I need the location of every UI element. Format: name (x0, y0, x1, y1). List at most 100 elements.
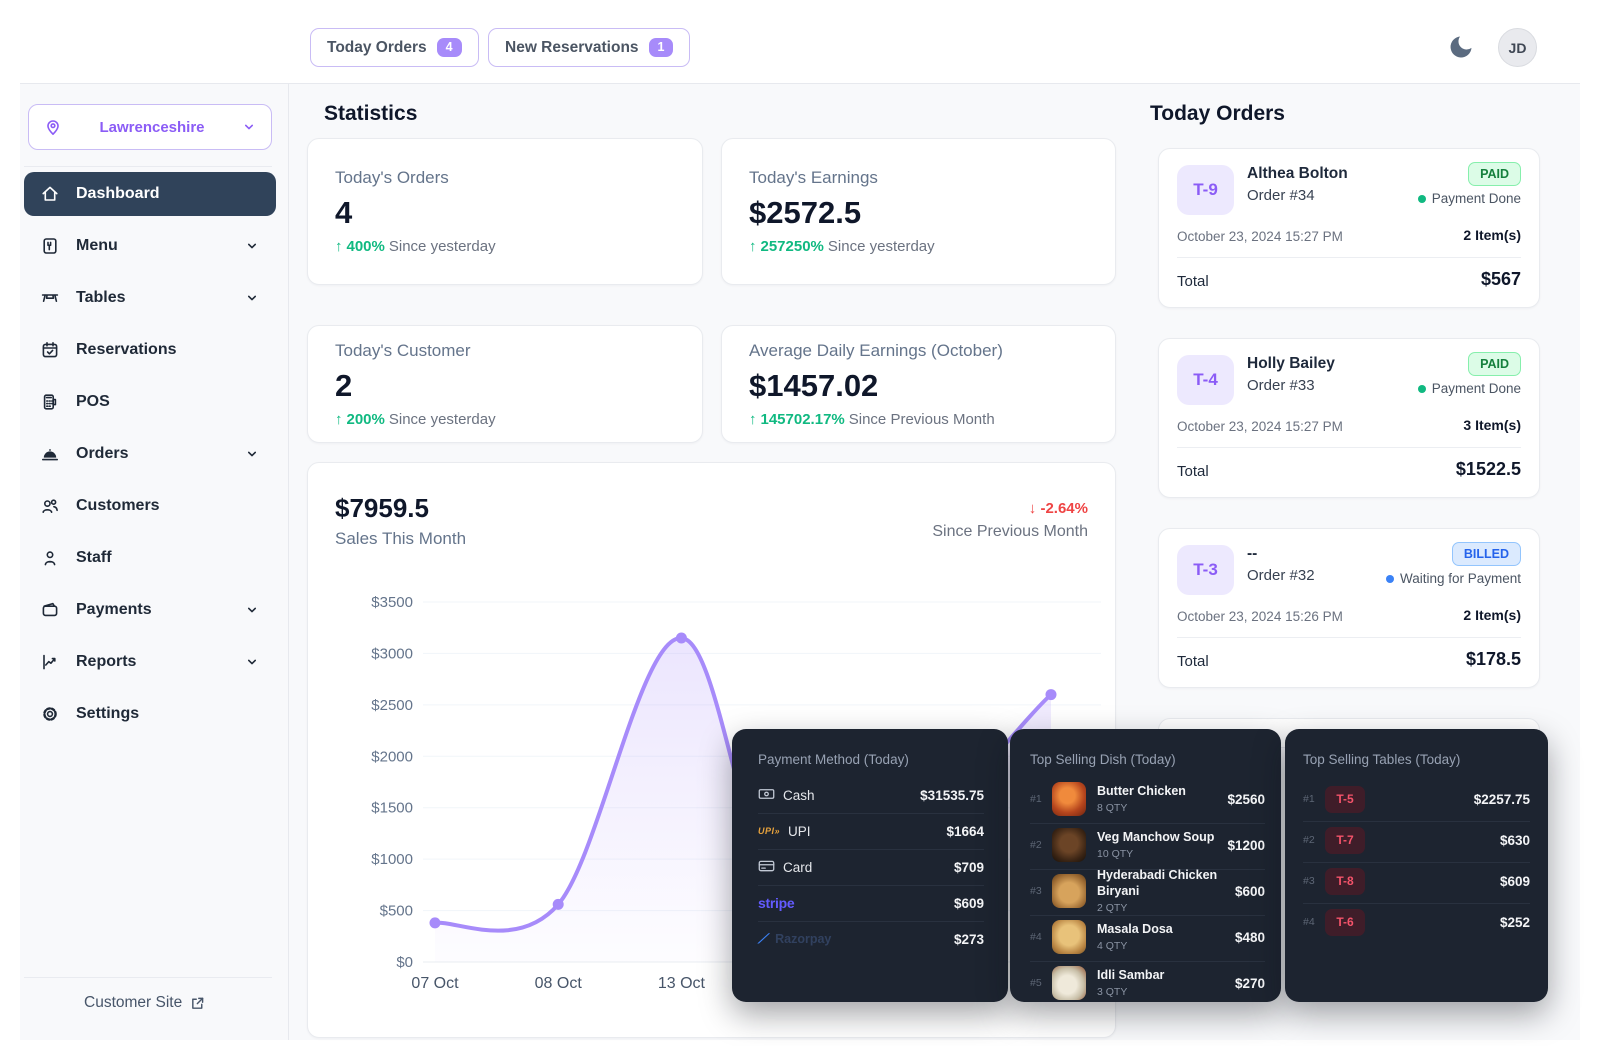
customers-icon (40, 496, 60, 516)
sidebar-item-label: Staff (76, 549, 260, 567)
status-note: Payment Done (1418, 381, 1521, 396)
sidebar-item-staff[interactable]: Staff (24, 536, 276, 580)
dish-amount: $480 (1235, 930, 1265, 945)
svg-text:$1000: $1000 (371, 851, 413, 868)
stat-change-percent: 257250% (761, 238, 824, 255)
sidebar-item-reservations[interactable]: Reservations (24, 328, 276, 372)
customer-site-label: Customer Site (84, 994, 182, 1012)
location-selector[interactable]: Lawrenceshire (28, 104, 272, 150)
user-avatar[interactable]: JD (1498, 28, 1537, 67)
new-reservations-button[interactable]: New Reservations 1 (488, 28, 690, 67)
chevron-down-icon (241, 119, 257, 135)
order-card-divider (1177, 257, 1521, 258)
table-id-badge: T-6 (1325, 909, 1365, 936)
stat-value: $1457.02 (749, 368, 1088, 404)
sidebar-item-label: Menu (76, 237, 228, 255)
stat-value: $2572.5 (749, 195, 1088, 231)
sidebar-item-menu[interactable]: Menu (24, 224, 276, 268)
panel-row-divider (1303, 862, 1530, 863)
table-id-badge: T-8 (1325, 868, 1365, 895)
sidebar-item-payments[interactable]: Payments (24, 588, 276, 632)
sidebar-item-tables[interactable]: Tables (24, 276, 276, 320)
stat-change-percent: 200% (347, 411, 385, 428)
svg-text:$1500: $1500 (371, 800, 413, 817)
order-items-count: 2 Item(s) (1463, 607, 1521, 623)
payment-method-panel: Payment Method (Today) Cash $31535.75 UP… (732, 729, 1008, 1002)
table-amount: $252 (1500, 915, 1530, 930)
location-pin-icon (43, 117, 63, 137)
svg-text:$2000: $2000 (371, 748, 413, 765)
order-items-count: 3 Item(s) (1463, 417, 1521, 433)
dish-row: #3 Hyderabadi Chicken Biryani 2 QTY $600 (1030, 871, 1265, 911)
dish-name: Idli Sambar (1097, 968, 1164, 984)
svg-text:13 Oct: 13 Oct (658, 975, 706, 992)
panel-row-divider (1303, 903, 1530, 904)
top-selling-dish-panel: Top Selling Dish (Today) #1 Butter Chick… (1010, 729, 1281, 1002)
sidebar-divider (288, 84, 289, 1040)
stat-card-todays-orders: Today's Orders 4 ↑ 400% Since yesterday (307, 138, 703, 285)
svg-text:$0: $0 (396, 954, 413, 971)
payment-method-name: Razorpay (775, 932, 831, 946)
cloche-icon (40, 444, 60, 464)
sidebar-item-label: Dashboard (76, 185, 260, 203)
table-rank: #3 (1303, 875, 1325, 887)
stat-change-note: Since yesterday (828, 238, 935, 255)
dish-photo (1052, 874, 1086, 908)
stat-card-todays-customer: Today's Customer 2 ↑ 200% Since yesterda… (307, 325, 703, 443)
new-reservations-button-label: New Reservations (505, 39, 639, 57)
stat-label: Today's Customer (335, 341, 675, 361)
stat-change: ↑ 200% Since yesterday (335, 411, 675, 428)
sidebar-item-pos[interactable]: POS (24, 380, 276, 424)
panel-row-divider (1030, 961, 1265, 962)
payment-row-upi: UPI» UPI $1664 (758, 817, 984, 845)
table-badge: T-4 (1177, 355, 1234, 405)
top-tables-title: Top Selling Tables (Today) (1303, 752, 1460, 767)
order-number: Order #32 (1247, 567, 1315, 584)
status-dot-icon (1386, 575, 1394, 583)
gear-icon (40, 704, 60, 724)
dish-qty: 2 QTY (1097, 902, 1225, 914)
upi-logo-icon: UPI» (758, 826, 780, 836)
table-id-badge: T-7 (1325, 827, 1365, 854)
stat-card-average-daily-earnings: Average Daily Earnings (October) $1457.0… (721, 325, 1116, 443)
svg-text:$500: $500 (380, 903, 413, 920)
sidebar-item-dashboard[interactable]: Dashboard (24, 172, 276, 216)
dish-rank: #3 (1030, 885, 1052, 897)
pos-terminal-icon (40, 392, 60, 412)
table-badge: T-3 (1177, 545, 1234, 595)
sidebar-item-label: Payments (76, 601, 228, 619)
panel-row-divider (758, 921, 984, 922)
status-dot-icon (1418, 195, 1426, 203)
today-orders-button-label: Today Orders (327, 39, 427, 57)
customer-site-link[interactable]: Customer Site (84, 994, 206, 1012)
status-badge: BILLED (1452, 542, 1521, 566)
top-selling-tables-panel: Top Selling Tables (Today) #1 T-5 $2257.… (1285, 729, 1548, 1002)
up-arrow-icon: ↑ (335, 238, 343, 255)
sidebar-item-orders[interactable]: Orders (24, 432, 276, 476)
order-total: $567 (1481, 269, 1521, 290)
today-orders-title: Today Orders (1150, 102, 1285, 126)
sidebar-item-reports[interactable]: Reports (24, 640, 276, 684)
staff-icon (40, 548, 60, 568)
up-arrow-icon: ↑ (749, 238, 757, 255)
sales-change: ↓ -2.64% (1029, 500, 1088, 517)
payment-row-stripe: stripe $609 (758, 889, 984, 917)
order-card[interactable]: T-9 Althea Bolton Order #34 PAID Payment… (1158, 148, 1540, 308)
dish-row: #2 Veg Manchow Soup 10 QTY $1200 (1030, 825, 1265, 865)
today-orders-button[interactable]: Today Orders 4 (310, 28, 479, 67)
calendar-check-icon (40, 340, 60, 360)
dish-qty: 10 QTY (1097, 848, 1214, 860)
svg-text:07 Oct: 07 Oct (411, 975, 459, 992)
table-rank: #4 (1303, 916, 1325, 928)
sidebar-item-settings[interactable]: Settings (24, 692, 276, 736)
order-card[interactable]: T-4 Holly Bailey Order #33 PAID Payment … (1158, 338, 1540, 498)
dark-mode-toggle[interactable] (1447, 33, 1475, 61)
sales-total: $7959.5 (335, 493, 429, 524)
payment-method-name: UPI (788, 824, 811, 839)
order-card[interactable]: T-3 -- Order #32 BILLED Waiting for Paym… (1158, 528, 1540, 688)
sidebar-top-divider (24, 166, 272, 167)
up-arrow-icon: ↑ (749, 411, 757, 428)
home-icon (40, 184, 60, 204)
stat-value: 4 (335, 195, 675, 231)
sidebar-item-customers[interactable]: Customers (24, 484, 276, 528)
